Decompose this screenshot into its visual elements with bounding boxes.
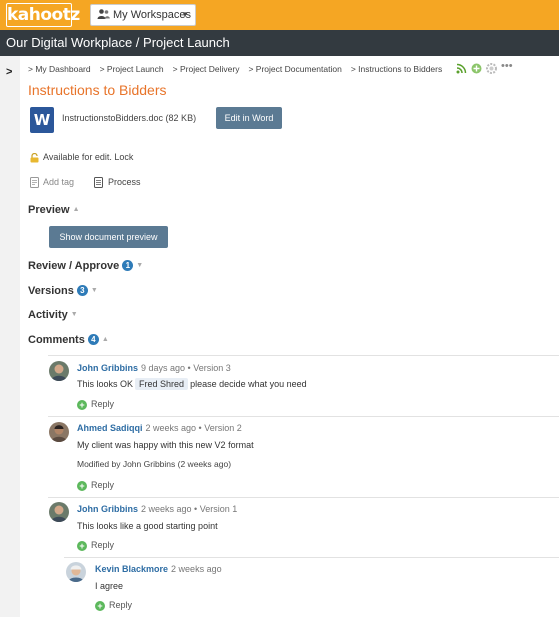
reply-label: Reply [91, 399, 115, 409]
more-options-icon[interactable]: ••• [501, 60, 513, 72]
comment-divider [48, 416, 559, 417]
john-gribbins-avatar-icon [49, 502, 69, 522]
comment-modified-note: Modified by John Gribbins (2 weeks ago) [77, 459, 232, 469]
versions-heading: Versions [28, 285, 74, 297]
top-bar: kahootz My Workspaces ▼ [0, 0, 559, 30]
review-heading: Review / Approve [28, 260, 120, 272]
my-workspaces-label: My Workspaces [113, 9, 192, 21]
breadcrumb-project-documentation[interactable]: > Project Documentation [248, 64, 341, 74]
avatar[interactable] [49, 502, 69, 522]
expand-down-icon: ▼ [70, 311, 78, 318]
process-link[interactable]: Process [108, 177, 141, 187]
reply-button[interactable]: + Reply [77, 540, 114, 551]
reply-button[interactable]: + Reply [95, 600, 132, 611]
review-count-badge: 1 [122, 260, 134, 271]
collapse-up-icon: ▲ [72, 206, 80, 213]
preview-heading: Preview [28, 204, 70, 216]
process-icon [94, 177, 103, 188]
kevin-blackmore-avatar-icon [66, 562, 86, 582]
workspace-title-bar: Our Digital Workplace / Project Launch [0, 30, 559, 56]
comment-divider [48, 497, 559, 498]
avatar[interactable] [49, 422, 69, 442]
tag-icon [30, 177, 39, 188]
comments-count-badge: 4 [87, 334, 99, 345]
comment-divider [48, 355, 559, 356]
reply-button[interactable]: + Reply [77, 480, 114, 491]
comment-text: My client was happy with this new V2 for… [77, 440, 254, 450]
comment-header: John Gribbins 2 weeks ago • Version 1 [77, 504, 237, 514]
comment-meta: 2 weeks ago • Version 2 [145, 423, 242, 433]
john-gribbins-avatar-icon [49, 361, 69, 381]
comment-meta: 9 days ago • Version 3 [141, 363, 231, 373]
reply-label: Reply [91, 480, 115, 490]
file-name-link[interactable]: InstructionstoBidders.doc (82 KB) [62, 113, 196, 123]
comment-text: This looks OK Fred Shred please decide wha… [77, 378, 307, 390]
activity-section-header[interactable]: Activity ▼ [28, 309, 78, 321]
versions-count-badge: 3 [76, 285, 88, 296]
edit-status-text[interactable]: Available for edit. Lock [43, 152, 133, 162]
add-circle-icon[interactable] [471, 63, 482, 74]
rss-icon[interactable] [456, 63, 467, 74]
edit-in-word-button[interactable]: Edit in Word [216, 107, 282, 129]
collapse-up-icon: ▲ [101, 336, 109, 343]
add-tag-link[interactable]: Add tag [43, 177, 74, 187]
reply-label: Reply [109, 600, 133, 610]
comment-text: I agree [95, 581, 124, 591]
people-icon [97, 9, 110, 19]
comment-divider [64, 557, 559, 558]
plus-icon: + [95, 601, 105, 611]
chevron-down-icon: ▼ [181, 10, 189, 19]
avatar[interactable] [66, 562, 86, 582]
comment-header: Kevin Blackmore 2 weeks ago [95, 564, 222, 574]
breadcrumb-dashboard[interactable]: > My Dashboard [28, 64, 91, 74]
comments-heading: Comments [28, 334, 85, 346]
comment-author[interactable]: John Gribbins [77, 363, 138, 373]
kahootz-logo[interactable]: kahootz [6, 3, 80, 27]
lock-icon [30, 153, 39, 163]
review-section-header[interactable]: Review / Approve 1 ▼ [28, 260, 143, 272]
comment-header: John Gribbins 9 days ago • Version 3 [77, 363, 231, 373]
gear-icon[interactable] [486, 63, 497, 74]
expand-down-icon: ▼ [136, 262, 144, 269]
comment-author[interactable]: Ahmed Sadiqqi [77, 423, 143, 433]
expand-arrow-icon: > [6, 66, 13, 78]
expand-down-icon: ▼ [90, 287, 98, 294]
my-workspaces-button[interactable]: My Workspaces ▼ [90, 4, 196, 26]
breadcrumb-project-delivery[interactable]: > Project Delivery [173, 64, 240, 74]
comment-meta: 2 weeks ago [171, 564, 222, 574]
breadcrumb-project-launch[interactable]: > Project Launch [100, 64, 164, 74]
breadcrumb: > My Dashboard > Project Launch > Project … [28, 64, 451, 74]
ahmed-sadiqqi-avatar-icon [49, 422, 69, 442]
comment-author[interactable]: John Gribbins [77, 504, 138, 514]
reply-button[interactable]: + Reply [77, 399, 114, 410]
comment-text-before: This looks OK [77, 379, 134, 389]
plus-icon: + [77, 541, 87, 551]
word-file-icon[interactable]: W [30, 107, 54, 133]
preview-section-header[interactable]: Preview ▲ [28, 204, 80, 216]
activity-heading: Activity [28, 309, 68, 321]
comments-section-header[interactable]: Comments 4 ▲ [28, 334, 109, 346]
show-preview-button[interactable]: Show document preview [49, 226, 168, 248]
avatar[interactable] [49, 361, 69, 381]
comment-text: This looks like a good starting point [77, 521, 218, 531]
comment-author[interactable]: Kevin Blackmore [95, 564, 168, 574]
comment-meta: 2 weeks ago • Version 1 [141, 504, 238, 514]
plus-icon: + [77, 481, 87, 491]
page-title: Instructions to Bidders [28, 82, 167, 98]
comment-header: Ahmed Sadiqqi 2 weeks ago • Version 2 [77, 423, 242, 433]
reply-label: Reply [91, 540, 115, 550]
mention-tag[interactable]: Fred Shred [135, 378, 189, 390]
plus-icon: + [77, 400, 87, 410]
left-sidebar-toggle[interactable]: > [0, 56, 20, 617]
versions-section-header[interactable]: Versions 3 ▼ [28, 285, 98, 297]
breadcrumb-instructions[interactable]: > Instructions to Bidders [351, 64, 442, 74]
comment-text-after: please decide what you need [190, 379, 307, 389]
